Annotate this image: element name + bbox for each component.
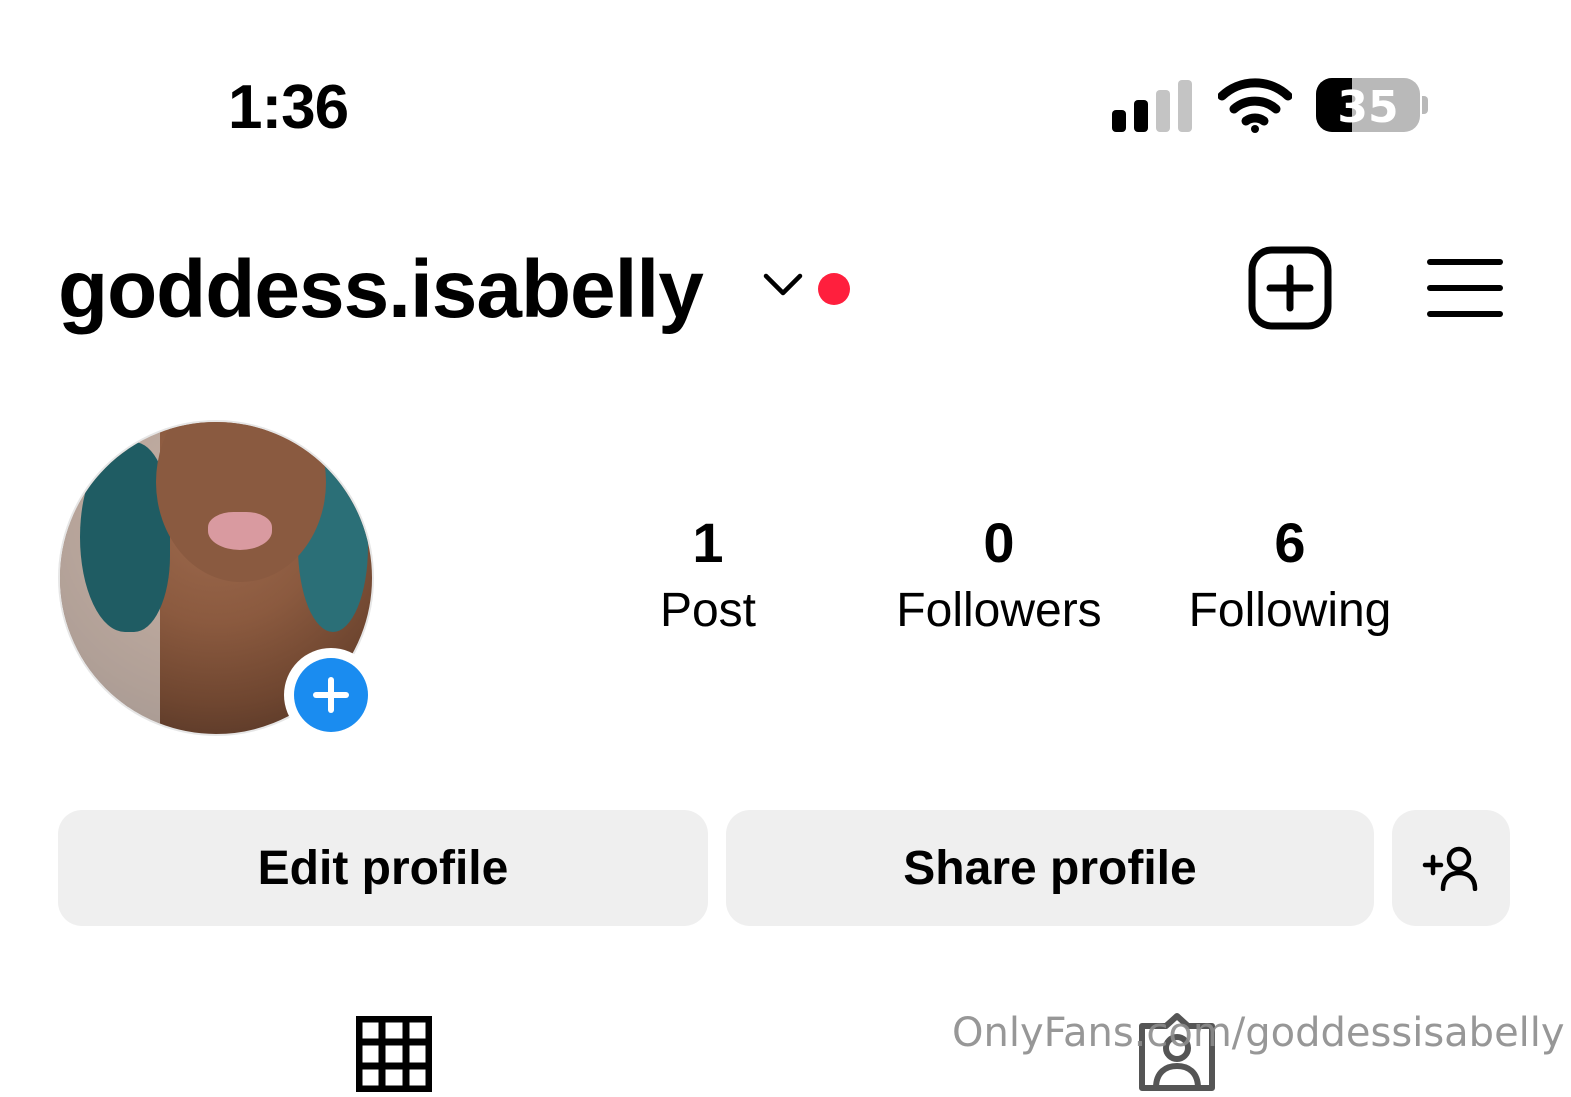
- stat-number: 1: [692, 511, 724, 574]
- notification-dot: [818, 273, 850, 305]
- status-time: 1:36: [228, 73, 349, 142]
- cellular-signal-icon: [1112, 80, 1194, 132]
- stat-label: Following: [1188, 584, 1392, 637]
- plus-icon: [313, 677, 349, 713]
- watermark-text: OnlyFans.com/goddessisabelly: [952, 1010, 1565, 1056]
- chevron-down-icon[interactable]: [762, 270, 804, 300]
- battery-percentage: 35: [1337, 82, 1399, 132]
- wifi-icon: [1217, 76, 1293, 134]
- stat-number: 6: [1274, 511, 1306, 574]
- stat-label: Post: [659, 584, 757, 637]
- battery-icon: 35: [1316, 78, 1428, 132]
- edit-profile-button[interactable]: Edit profile: [58, 810, 708, 926]
- stat-following[interactable]: 6 Following: [1160, 508, 1420, 644]
- account-username[interactable]: goddess.isabelly: [58, 240, 704, 340]
- hamburger-menu-icon[interactable]: [1426, 256, 1504, 320]
- grid-icon[interactable]: [355, 1015, 433, 1093]
- stat-posts[interactable]: 1 Post: [578, 508, 838, 644]
- share-profile-button[interactable]: Share profile: [726, 810, 1374, 926]
- stat-followers[interactable]: 0 Followers: [869, 508, 1129, 644]
- create-plus-icon[interactable]: [1248, 246, 1332, 330]
- discover-people-button[interactable]: [1392, 810, 1510, 926]
- add-person-icon: [1422, 846, 1478, 891]
- add-story-button[interactable]: [284, 648, 378, 742]
- stat-number: 0: [983, 511, 1015, 574]
- stat-label: Followers: [896, 584, 1102, 637]
